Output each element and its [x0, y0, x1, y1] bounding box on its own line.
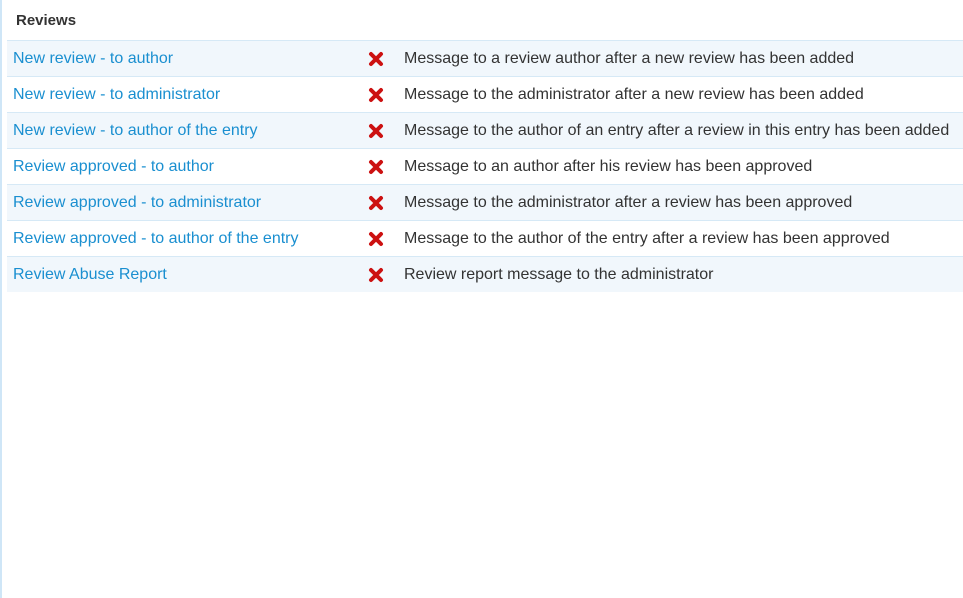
x-icon: [368, 195, 383, 210]
x-icon: [368, 159, 383, 174]
x-icon: [368, 231, 383, 246]
x-icon: [368, 87, 383, 102]
template-description: Message to the author of an entry after …: [404, 121, 950, 139]
x-icon: [368, 123, 383, 138]
status-toggle[interactable]: [353, 51, 398, 67]
x-icon: [368, 51, 383, 66]
email-templates-table: New review - to author Message to a revie…: [7, 40, 963, 292]
template-description: Message to the administrator after a rev…: [404, 193, 853, 211]
table-row: New review - to author Message to a revie…: [7, 40, 963, 76]
table-row: Review Abuse Report Review report message…: [7, 256, 963, 292]
template-name-link[interactable]: Review Abuse Report: [7, 266, 353, 284]
template-name-link[interactable]: New review - to author of the entry: [7, 122, 353, 140]
status-toggle[interactable]: [353, 87, 398, 103]
status-toggle[interactable]: [353, 159, 398, 175]
content-panel: Reviews New review - to author Message to…: [0, 0, 963, 598]
template-description: Message to a review author after a new r…: [404, 49, 855, 67]
status-toggle[interactable]: [353, 195, 398, 211]
status-toggle[interactable]: [353, 267, 398, 283]
template-description: Review report message to the administrat…: [404, 265, 714, 283]
table-row: New review - to author of the entry Messa…: [7, 112, 963, 148]
template-name-link[interactable]: Review approved - to author: [7, 158, 353, 176]
section-title: Reviews: [16, 12, 77, 29]
status-toggle[interactable]: [353, 231, 398, 247]
template-name-link[interactable]: New review - to author: [7, 50, 353, 68]
template-name-link[interactable]: New review - to administrator: [7, 86, 353, 104]
template-description: Message to the author of the entry after…: [404, 229, 890, 247]
x-icon: [368, 267, 383, 282]
status-toggle[interactable]: [353, 123, 398, 139]
template-name-link[interactable]: Review approved - to author of the entry: [7, 230, 353, 248]
table-row: Review approved - to author of the entry…: [7, 220, 963, 256]
template-description: Message to the administrator after a new…: [404, 85, 864, 103]
table-row: New review - to administrator Message to …: [7, 76, 963, 112]
template-description: Message to an author after his review ha…: [404, 157, 813, 175]
table-row: Review approved - to author Message to an…: [7, 148, 963, 184]
template-name-link[interactable]: Review approved - to administrator: [7, 194, 353, 212]
table-row: Review approved - to administrator Messag…: [7, 184, 963, 220]
